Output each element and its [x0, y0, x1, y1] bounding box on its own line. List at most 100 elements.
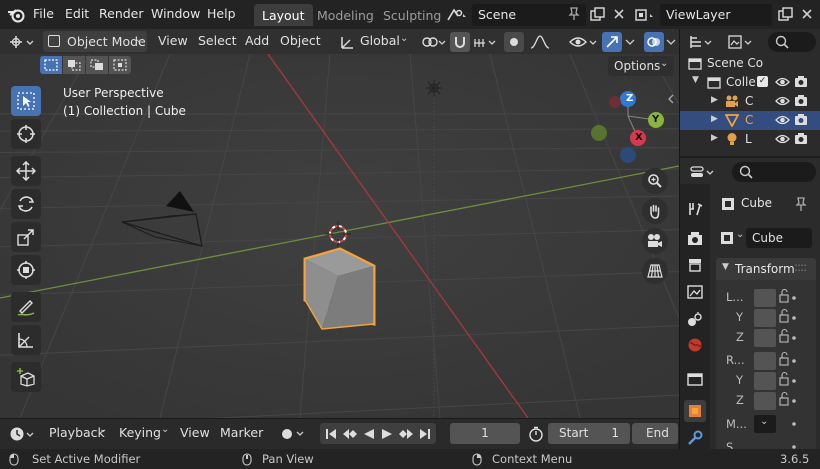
- current-frame-field[interactable]: 1: [450, 423, 520, 444]
- render-camera-icon[interactable]: [794, 75, 808, 88]
- menu-playback[interactable]: Playback: [49, 425, 105, 440]
- eye-icon[interactable]: [775, 133, 790, 145]
- transform-panel-header[interactable]: ▼ Transform ::::: [716, 258, 816, 280]
- jump-keyframe-back-icon[interactable]: [340, 425, 360, 442]
- outliner-row-camera[interactable]: ▶ C: [680, 92, 820, 111]
- tool-rotate[interactable]: [11, 189, 41, 219]
- jump-end-icon[interactable]: [416, 425, 434, 442]
- play-icon[interactable]: [378, 425, 396, 442]
- tool-transform[interactable]: [11, 255, 41, 285]
- lock-icons[interactable]: [778, 289, 818, 449]
- tab-modeling[interactable]: Modeling: [309, 4, 382, 26]
- rotation-y-field[interactable]: [754, 372, 776, 390]
- menu-select[interactable]: Select: [198, 33, 237, 48]
- object-name-field[interactable]: Cube: [746, 228, 812, 248]
- gizmo-toggle-icon[interactable]: [602, 32, 622, 52]
- transform-orientation-dropdown[interactable]: Global ⌄: [338, 31, 413, 52]
- tool-cursor[interactable]: [11, 119, 41, 149]
- tab-scene[interactable]: [684, 308, 706, 330]
- overlays-toggle-icon[interactable]: [644, 32, 664, 52]
- object-name-label[interactable]: Cube: [741, 196, 772, 210]
- expand-arrow-icon[interactable]: ▶: [711, 133, 718, 143]
- collection-checkbox[interactable]: ✓: [757, 76, 768, 87]
- tab-world[interactable]: [684, 334, 706, 356]
- proportional-edit-icon[interactable]: [504, 32, 524, 52]
- timeline-editor-type-icon[interactable]: [8, 424, 36, 444]
- eye-icon[interactable]: [775, 76, 790, 88]
- menu-add[interactable]: Add: [245, 33, 269, 48]
- auto-keying-icon[interactable]: [278, 424, 308, 444]
- location-z-field[interactable]: [754, 329, 776, 347]
- chevron-down-icon[interactable]: [622, 32, 638, 52]
- tab-sculpting[interactable]: Sculpting: [375, 4, 449, 26]
- pan-button[interactable]: [642, 198, 668, 224]
- pin-icon[interactable]: [794, 196, 808, 212]
- tab-render[interactable]: [684, 227, 706, 249]
- falloff-icon[interactable]: [528, 32, 552, 52]
- render-camera-icon[interactable]: [794, 132, 808, 145]
- chevron-down-icon[interactable]: [664, 32, 678, 52]
- menu-view[interactable]: View: [158, 33, 188, 48]
- eye-icon[interactable]: [775, 114, 790, 126]
- tab-layout[interactable]: Layout: [254, 4, 313, 26]
- pivot-point-icon[interactable]: [420, 32, 448, 52]
- outliner-row-scene-collection[interactable]: Scene Co: [680, 54, 820, 73]
- select-intersect-icon[interactable]: [109, 56, 131, 74]
- menu-keying[interactable]: Keying: [119, 425, 161, 440]
- tab-tool[interactable]: [684, 198, 706, 220]
- location-y-field[interactable]: [754, 309, 776, 327]
- menu-help[interactable]: Help: [207, 6, 236, 21]
- properties-editor-type-icon[interactable]: [688, 162, 718, 182]
- outliner-editor-type-icon[interactable]: [688, 32, 716, 52]
- stopwatch-icon[interactable]: [526, 424, 546, 444]
- object-data-dropdown[interactable]: ⌄: [718, 228, 746, 248]
- perspective-toggle-button[interactable]: [642, 258, 668, 284]
- tool-move[interactable]: [11, 156, 41, 186]
- play-reverse-icon[interactable]: [360, 425, 378, 442]
- outliner-row-collection[interactable]: ▼ Colle ✓: [680, 73, 820, 92]
- tool-annotate[interactable]: [11, 292, 41, 322]
- tool-select-box[interactable]: [11, 86, 41, 116]
- pin-icon[interactable]: [566, 6, 582, 22]
- frame-end-field[interactable]: End: [632, 423, 678, 444]
- snap-toggle-icon[interactable]: [450, 32, 470, 52]
- options-dropdown[interactable]: Options ⌄: [608, 56, 674, 76]
- sidebar-toggle-icon[interactable]: [665, 92, 677, 106]
- tab-view-layer[interactable]: [684, 281, 706, 303]
- menu-timeline-view[interactable]: View: [180, 425, 210, 440]
- render-camera-icon[interactable]: [794, 113, 808, 126]
- rotation-z-field[interactable]: [754, 392, 776, 410]
- menu-object[interactable]: Object: [280, 33, 321, 48]
- drag-handle-icon[interactable]: ::::: [794, 260, 807, 274]
- select-new-icon[interactable]: [40, 56, 62, 74]
- select-extend-icon[interactable]: [63, 56, 85, 74]
- render-camera-icon[interactable]: [794, 94, 808, 107]
- cube-object[interactable]: [303, 247, 376, 330]
- jump-start-icon[interactable]: [322, 425, 340, 442]
- scene-selector-icon[interactable]: [444, 5, 470, 25]
- menu-edit[interactable]: Edit: [65, 6, 89, 21]
- editor-type-icon[interactable]: [6, 32, 36, 52]
- view-layer-field[interactable]: ViewLayer: [660, 4, 772, 26]
- location-x-field[interactable]: [754, 289, 776, 307]
- tool-scale[interactable]: [11, 222, 41, 252]
- outliner-row-light[interactable]: ▶ L: [680, 130, 820, 149]
- menu-render[interactable]: Render: [99, 6, 144, 21]
- tab-output[interactable]: [684, 254, 706, 276]
- 3d-viewport[interactable]: Z Y X Options ⌄ User Perspective (1) Col…: [0, 54, 679, 418]
- snap-target-icon[interactable]: [471, 32, 499, 52]
- new-scene-icon[interactable]: [588, 5, 606, 23]
- eye-icon[interactable]: [775, 95, 790, 107]
- tab-collection[interactable]: [684, 368, 706, 390]
- outliner-search-input[interactable]: [768, 32, 816, 52]
- rotation-mode-dropdown[interactable]: ⌄: [754, 415, 776, 433]
- visibility-icon[interactable]: [568, 32, 598, 52]
- jump-keyframe-forward-icon[interactable]: [396, 425, 416, 442]
- close-scene-icon[interactable]: [610, 5, 628, 23]
- tool-measure[interactable]: [11, 325, 41, 355]
- blender-logo-icon[interactable]: [6, 5, 26, 25]
- view-layer-selector-icon[interactable]: [632, 5, 658, 25]
- new-view-layer-icon[interactable]: [776, 5, 794, 23]
- close-view-layer-icon[interactable]: [798, 5, 816, 23]
- zoom-button[interactable]: [642, 168, 668, 194]
